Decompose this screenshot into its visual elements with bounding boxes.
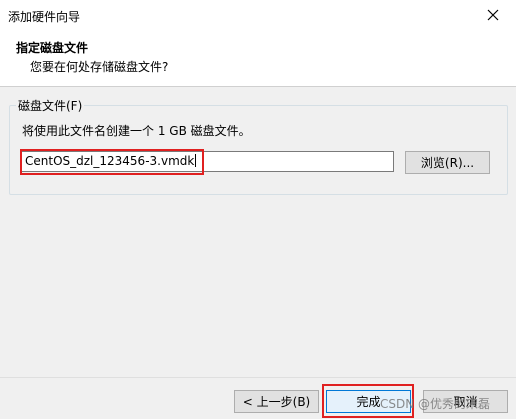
group-legend: 磁盘文件(F) xyxy=(16,97,85,114)
title-bar: 添加硬件向导 xyxy=(0,0,516,30)
header-subtitle: 您要在何处存储磁盘文件? xyxy=(30,60,169,74)
disk-file-input[interactable]: CentOS_dzl_123456-3.vmdk xyxy=(20,151,394,172)
footer-divider xyxy=(0,377,516,378)
disk-file-value: CentOS_dzl_123456-3.vmdk xyxy=(25,154,195,168)
wizard-header: 指定磁盘文件 您要在何处存储磁盘文件? xyxy=(0,30,516,87)
header-title: 指定磁盘文件 xyxy=(16,41,89,55)
finish-button[interactable]: 完成 xyxy=(326,390,411,413)
group-description: 将使用此文件名创建一个 1 GB 磁盘文件。 xyxy=(22,124,251,138)
browse-button[interactable]: 浏览(R)... xyxy=(405,151,490,174)
text-caret xyxy=(195,154,197,167)
close-icon xyxy=(487,9,499,21)
disk-file-group: 磁盘文件(F) 将使用此文件名创建一个 1 GB 磁盘文件。 xyxy=(9,97,508,195)
back-button[interactable]: < 上一步(B) xyxy=(234,390,319,413)
window-title: 添加硬件向导 xyxy=(8,10,81,24)
close-button[interactable] xyxy=(470,0,516,30)
cancel-button[interactable]: 取消 xyxy=(423,390,508,413)
